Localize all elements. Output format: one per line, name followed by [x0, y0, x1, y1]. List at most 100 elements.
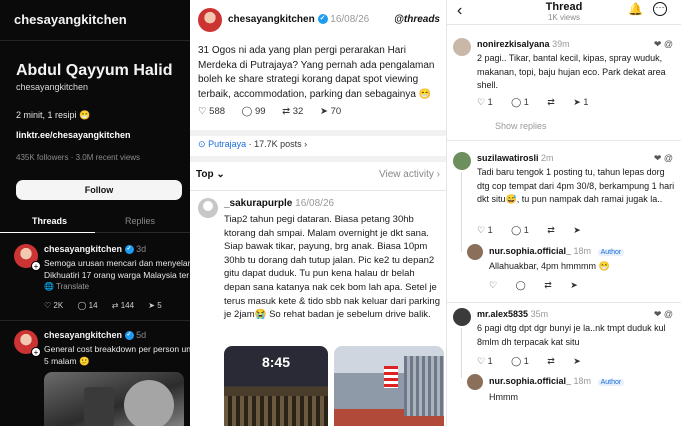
comment-button[interactable]: ◯ 99 [242, 106, 266, 117]
chevron-right-icon: › [304, 139, 308, 149]
reply-author[interactable]: nur.sophia.official_ [489, 246, 571, 256]
tab-threads[interactable]: Threads [32, 216, 67, 226]
comment-button[interactable]: ◯ 1 [511, 356, 529, 366]
divider [95, 232, 190, 233]
plus-icon: + [31, 261, 41, 271]
reply-actions: ♡ ◯ ⇄ ➤ [489, 280, 594, 291]
comment-button[interactable]: ◯ 1 [511, 97, 529, 107]
comment-image[interactable] [334, 346, 444, 426]
like-button[interactable]: ♡ [489, 280, 497, 290]
threads-icon: ❤ @ [653, 153, 673, 163]
post-time: 3d [136, 244, 147, 254]
repost-button[interactable]: ⇄ [547, 225, 555, 235]
more-icon[interactable]: ··· [653, 2, 667, 16]
reply-text: Allahuakbar, 4pm hmmmm 😁 [489, 261, 610, 271]
avatar[interactable] [467, 244, 483, 260]
share-button[interactable]: ➤ [573, 225, 581, 235]
comment-author[interactable]: nonirezkisalyana [477, 39, 550, 49]
comment-button[interactable]: ◯ [516, 280, 526, 290]
tab-replies[interactable]: Replies [125, 216, 155, 226]
comment-author[interactable]: _sakurapurple [224, 198, 292, 209]
comment-image[interactable]: 8:45 [224, 346, 328, 426]
divider [190, 130, 446, 136]
like-button[interactable]: ♡ 1 [477, 97, 493, 107]
profile-panel: chesayangkitchen Abdul Qayyum Halid ches… [0, 0, 190, 426]
repost-button[interactable]: ⇄ [544, 280, 552, 290]
post-author[interactable]: chesayangkitchen [44, 244, 122, 254]
sort-dropdown[interactable]: Top ⌄ [196, 169, 225, 180]
post-stats: ♡ 588 ◯ 99 ⇄ 32 ➤ 70 [198, 106, 355, 117]
sort-bar: Top ⌄ View activity › [190, 166, 446, 186]
sort-label: Top [196, 169, 214, 180]
avatar[interactable] [467, 374, 483, 390]
post-date: 16/08/26 [330, 14, 370, 25]
image-clock-text: 8:45 [261, 354, 291, 370]
view-count: 1K views [547, 13, 580, 22]
comment-button[interactable]: ◯ 1 [511, 225, 529, 235]
comment-author[interactable]: mr.alex5835 [477, 309, 528, 319]
view-activity-link[interactable]: View activity › [379, 169, 440, 180]
comment-text: Tadi baru tengok 1 posting tu, tahun lep… [477, 167, 675, 204]
post-image[interactable] [44, 372, 184, 426]
profile-link[interactable]: linktr.ee/chesayangkitchen [16, 130, 131, 140]
comment-text: Tiap2 tahun pegi dataran. Biasa petang 3… [224, 214, 440, 321]
avatar[interactable]: + [14, 244, 41, 271]
share-button[interactable]: ➤ 70 [320, 106, 341, 117]
avatar[interactable] [453, 152, 471, 170]
post-time: 5d [136, 330, 147, 340]
comment-text: 2 pagi.. Tikar, bantal kecil, kipas, spr… [477, 53, 666, 90]
like-button[interactable]: ♡ 2K [44, 301, 63, 310]
chevron-right-icon: › [436, 169, 440, 180]
brand-label: threads [403, 14, 440, 25]
comment-author[interactable]: suzilawatirosli [477, 153, 539, 163]
image-content [224, 396, 328, 426]
reply-time: 18m [573, 246, 592, 256]
globe-icon: 🌐 [44, 282, 54, 291]
location-tag[interactable]: ⊙ Putrajaya · 17.7K posts › [198, 139, 307, 150]
like-button[interactable]: ♡ 1 [477, 356, 493, 366]
comment-actions: ♡ 1 ◯ 1 ⇄ ➤ [477, 225, 597, 236]
translate-link[interactable]: 🌐 Translate [44, 282, 89, 291]
avatar[interactable] [453, 38, 471, 56]
comment-time: 2m [541, 153, 554, 163]
avatar[interactable]: + [14, 330, 41, 357]
comment-actions: ♡ 1 ◯ 1 ⇄ ➤ 1 [477, 97, 604, 108]
view-activity-label: View activity [379, 169, 434, 180]
share-button[interactable]: ➤ 1 [573, 97, 588, 107]
share-button[interactable]: ➤ [570, 280, 578, 290]
comment-header: suzilawatirosli 2m [477, 153, 554, 163]
avatar[interactable] [198, 8, 222, 32]
show-replies-link[interactable]: Show replies [495, 121, 547, 131]
reply-author[interactable]: nur.sophia.official_ [489, 376, 571, 386]
share-button[interactable]: ➤ [573, 356, 581, 366]
repost-button[interactable]: ⇄ [547, 97, 555, 107]
profile-handle: chesayangkitchen [16, 82, 89, 92]
chevron-down-icon: ⌄ [216, 169, 225, 180]
threads-icon: @ [394, 14, 404, 25]
repost-button[interactable]: ⇄ 32 [282, 106, 303, 117]
comment-button[interactable]: ◯ 14 [77, 301, 97, 310]
post-header: chesayangkitchen ✓ 3d [44, 244, 147, 255]
comment-header: nonirezkisalyana 39m [477, 39, 570, 49]
repost-button[interactable]: ⇄ 144 [112, 301, 134, 310]
comment-header: mr.alex5835 35m [477, 309, 548, 319]
avatar[interactable] [198, 198, 218, 218]
thread-panel: ‹ Thread 1K views 🔔 ··· nonirezkisalyana… [446, 0, 681, 426]
reply-header: nur.sophia.official_ 18m Author [489, 376, 625, 386]
reply-header: nur.sophia.official_ 18m Author [489, 246, 625, 256]
repost-button[interactable]: ⇄ [547, 356, 555, 366]
bell-icon[interactable]: 🔔 [628, 2, 643, 16]
share-button[interactable]: ➤ 5 [148, 301, 161, 310]
divider [190, 190, 446, 191]
location-icon: ⊙ [198, 139, 206, 149]
like-button[interactable]: ♡ 588 [198, 106, 225, 117]
location-name: Putrajaya [208, 139, 247, 149]
translate-label: Translate [56, 282, 90, 291]
post-author[interactable]: chesayangkitchen [44, 330, 122, 340]
post-text-line: 5 malam 🙂 [44, 356, 90, 366]
like-button[interactable]: ♡ 1 [477, 225, 493, 235]
post-author[interactable]: chesayangkitchen [228, 14, 315, 25]
comment-text: 6 pagi dtg dpt dgr bunyi je la..nk tmpt … [477, 323, 666, 347]
follow-button[interactable]: Follow [16, 180, 182, 200]
avatar[interactable] [453, 308, 471, 326]
